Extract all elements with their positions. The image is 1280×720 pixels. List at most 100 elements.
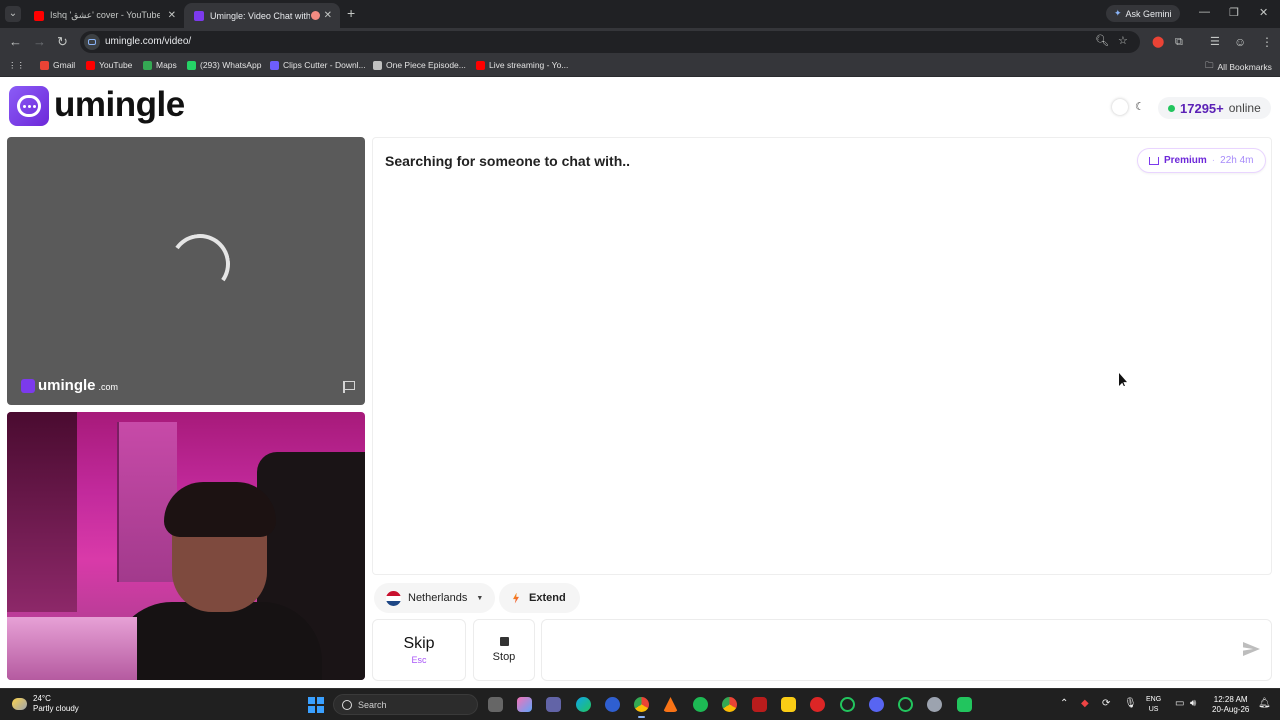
chat-panel: Searching for someone to chat with.. Pre…	[372, 137, 1272, 575]
bookmarks-bar: ⋮⋮ Gmail YouTube Maps (293) WhatsApp Cli…	[0, 56, 1280, 77]
chrome-profile-icon[interactable]	[722, 697, 737, 712]
discord-icon[interactable]	[869, 697, 884, 712]
windows-start-icon[interactable]	[308, 697, 324, 713]
close-tab-icon[interactable]: ✕	[168, 10, 176, 21]
maps-icon	[143, 60, 152, 70]
bookmark-live-streaming[interactable]: Live streaming - Yo...	[476, 60, 568, 70]
tab-search-button[interactable]: ⌄	[5, 6, 21, 22]
app-icon[interactable]	[605, 697, 620, 712]
country-name: Netherlands	[408, 592, 468, 604]
spotify-icon[interactable]	[693, 697, 708, 712]
browser-tab-strip: ⌄ Ishq 'عشق' cover - YouTube ✕ Umingle: …	[0, 0, 1280, 28]
folder-icon: 🗀	[1205, 60, 1214, 70]
address-bar[interactable]: umingle.com/video/ 🔍︎ ☆	[80, 31, 1140, 53]
tray-app-icon[interactable]: ◆	[1081, 698, 1089, 709]
recorder-icon[interactable]	[810, 697, 825, 712]
gemini-spark-icon: ✦	[1114, 8, 1122, 18]
site-logo-text[interactable]: umingle	[54, 85, 185, 125]
video-watermark: umingle .com	[21, 377, 118, 394]
file-explorer-icon[interactable]	[781, 697, 796, 712]
close-window-icon[interactable]: ✕	[1259, 6, 1268, 19]
bookmark-youtube[interactable]: YouTube	[86, 60, 132, 70]
weather-widget[interactable]: 24°C Partly cloudy	[12, 694, 79, 714]
premium-button[interactable]: Premium · 22h 4m	[1137, 148, 1266, 173]
zoom-icon[interactable]: 🔍︎	[1095, 34, 1109, 47]
bookmark-one-piece[interactable]: One Piece Episode...	[373, 60, 466, 70]
url-text[interactable]: umingle.com/video/	[105, 36, 191, 47]
lightning-icon	[513, 592, 519, 604]
moon-icon: ☾	[1135, 101, 1145, 113]
toggle-knob	[1112, 99, 1128, 115]
bookmark-clips-cutter[interactable]: Clips Cutter - Downl...	[270, 60, 366, 70]
windows-taskbar: 24°C Partly cloudy Search ⌃ ◆ ⟳ 🎙︎ ENG U…	[0, 688, 1280, 720]
back-icon[interactable]: ←	[9, 34, 22, 50]
bookmark-whatsapp[interactable]: (293) WhatsApp	[187, 60, 261, 70]
bookmark-gmail[interactable]: Gmail	[40, 60, 75, 70]
bookmark-maps[interactable]: Maps	[143, 60, 177, 70]
microphone-icon[interactable]: 🎙︎	[1124, 698, 1137, 709]
menu-more-icon[interactable]: ⋮	[1261, 34, 1273, 50]
notification-bell-icon[interactable]: 🔔︎	[1258, 698, 1271, 709]
stop-button[interactable]: Stop	[473, 619, 535, 681]
tray-chevron-icon[interactable]: ⌃	[1060, 698, 1068, 709]
tab-umingle[interactable]: Umingle: Video Chat with St ✕	[184, 3, 340, 28]
youtube-icon	[86, 60, 95, 70]
online-dot-icon	[1168, 104, 1175, 112]
edge-icon[interactable]	[576, 697, 591, 712]
chrome-icon[interactable]	[634, 697, 649, 718]
umingle-watermark-icon	[21, 378, 35, 393]
capcut-icon[interactable]	[957, 697, 972, 712]
whatsapp-icon	[187, 60, 196, 70]
extension-red-icon[interactable]: ⬤	[1152, 34, 1164, 50]
teams-icon[interactable]	[546, 697, 561, 712]
close-tab-icon[interactable]: ✕	[324, 10, 332, 21]
copilot-icon[interactable]	[517, 697, 532, 712]
online-count: 17295+	[1180, 100, 1224, 116]
gemini-label: Ask Gemini	[1125, 8, 1172, 19]
system-clock[interactable]: 12:28 AM 20-Aug-26	[1212, 695, 1249, 715]
language-indicator[interactable]: ENG US	[1146, 695, 1161, 715]
all-bookmarks[interactable]: 🗀 All Bookmarks	[1205, 60, 1272, 74]
message-input[interactable]	[541, 619, 1272, 681]
crown-icon	[1149, 156, 1159, 165]
tab-youtube[interactable]: Ishq 'عشق' cover - YouTube ✕	[24, 3, 184, 28]
network-icon[interactable]: ▭	[1175, 698, 1184, 709]
task-view-icon[interactable]	[488, 697, 503, 712]
forward-icon[interactable]: →	[33, 34, 46, 50]
site-info-icon[interactable]	[84, 34, 100, 50]
ask-gemini-button[interactable]: ✦ Ask Gemini	[1106, 5, 1180, 22]
taskbar-search[interactable]: Search	[333, 694, 478, 715]
report-flag-icon[interactable]	[342, 380, 356, 394]
country-selector[interactable]: Netherlands ▼	[374, 583, 496, 613]
skip-button[interactable]: Skip Esc	[372, 619, 466, 681]
extensions-puzzle-icon[interactable]: ⧉	[1175, 34, 1183, 50]
app-globe-icon[interactable]	[927, 697, 942, 712]
tray-sync-icon[interactable]: ⟳	[1102, 698, 1110, 709]
umingle-page: umingle ☾ 17295+ online umingle .com Sea…	[0, 80, 1280, 688]
stop-square-icon	[499, 637, 509, 646]
upwork-alt-icon[interactable]	[898, 697, 913, 712]
minimize-icon[interactable]: —	[1199, 6, 1210, 18]
premium-timer: 22h 4m	[1220, 155, 1254, 166]
new-tab-button[interactable]: +	[347, 6, 355, 20]
browser-toolbar: ← → ↻ umingle.com/video/ 🔍︎ ☆ ⬤ ⧉ ☰ ☺ ⋮	[0, 28, 1280, 56]
upwork-icon[interactable]	[840, 697, 855, 712]
extend-button[interactable]: Extend	[499, 583, 580, 613]
youtube-studio-icon	[476, 60, 485, 70]
vlc-icon[interactable]	[663, 697, 678, 712]
tab-list-icon[interactable]: ☰	[1210, 34, 1220, 50]
maximize-icon[interactable]: ❐	[1229, 6, 1239, 19]
online-counter: 17295+ online	[1158, 97, 1271, 119]
user-webcam-person	[112, 482, 322, 680]
umingle-logo-icon[interactable]	[9, 86, 49, 126]
profile-avatar-icon[interactable]: ☺	[1234, 34, 1246, 50]
gmail-icon	[40, 60, 49, 70]
netflix-icon[interactable]	[752, 697, 767, 712]
partly-cloudy-icon	[12, 698, 27, 710]
bookmark-star-icon[interactable]: ☆	[1118, 34, 1128, 47]
volume-icon[interactable]: 🔊︎	[1190, 698, 1196, 709]
apps-grid-icon[interactable]: ⋮⋮	[8, 60, 25, 71]
tab-title: Ishq 'عشق' cover - YouTube	[50, 10, 160, 20]
reload-icon[interactable]: ↻	[57, 34, 68, 50]
theme-toggle[interactable]: ☾	[1112, 99, 1148, 115]
